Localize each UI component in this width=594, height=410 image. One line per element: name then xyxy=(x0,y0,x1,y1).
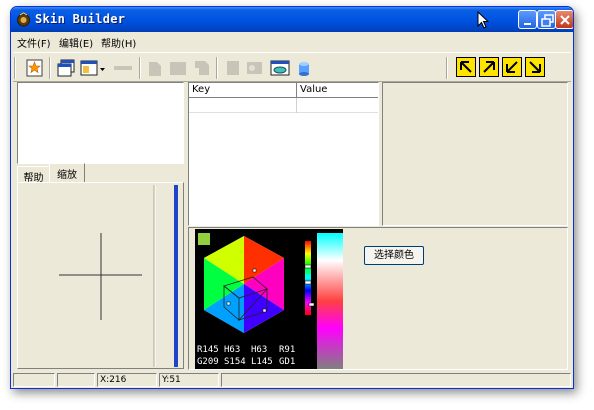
status-pane-main xyxy=(13,373,55,387)
new-skin-icon[interactable] xyxy=(25,58,45,78)
window-title: Skin Builder xyxy=(35,12,126,26)
menu-help[interactable]: 帮助(H) xyxy=(101,35,136,50)
tab-zoom-label: 缩放 xyxy=(57,170,77,181)
align-top-right-button[interactable] xyxy=(479,57,499,77)
readout-h2: H63 xyxy=(251,345,268,355)
preview-window-icon[interactable] xyxy=(269,58,291,78)
open-window-icon[interactable] xyxy=(56,58,76,78)
status-pane-rest xyxy=(221,373,571,387)
toolbar-grip xyxy=(14,57,16,79)
menu-edit[interactable]: 编辑(E) xyxy=(59,35,93,50)
arrow-down-left-icon xyxy=(506,61,518,73)
readout-l: L145 xyxy=(251,357,273,367)
color-picker[interactable]: R145 H63 H63 R91 G209 S154 L145 GD1 xyxy=(195,229,343,369)
zoom-panel[interactable] xyxy=(17,182,184,369)
toolbar-separator xyxy=(49,57,51,79)
restore-button[interactable] xyxy=(537,10,556,29)
arrow-up-right-icon xyxy=(483,61,495,73)
property-grid[interactable]: Key Value xyxy=(188,82,379,226)
color-swatch xyxy=(198,233,210,245)
minimize-button[interactable] xyxy=(518,10,537,29)
readout-gd: GD1 xyxy=(279,357,296,367)
crosshair-icon xyxy=(59,185,178,367)
select-color-button[interactable]: 选择颜色 xyxy=(364,246,424,265)
readout-h: H63 xyxy=(224,345,241,355)
status-y: Y:51 xyxy=(159,373,219,387)
minimize-icon xyxy=(524,23,531,25)
align-bottom-left-button[interactable] xyxy=(502,57,522,77)
grid-row[interactable] xyxy=(189,98,378,113)
menu-bar: 文件(F) 编辑(E) 帮助(H) xyxy=(11,32,573,50)
image-icon xyxy=(247,62,262,74)
tab-help[interactable]: 帮助 xyxy=(17,166,50,184)
grid-header-key[interactable]: Key xyxy=(189,83,297,98)
app-icon xyxy=(17,12,30,27)
cylinder-icon[interactable] xyxy=(296,58,312,78)
line-tool-icon xyxy=(114,66,132,70)
readout-r2: R91 xyxy=(279,345,296,355)
arrow-down-right-icon xyxy=(529,61,541,73)
readout-s: S154 xyxy=(224,357,246,367)
toolbar-separator xyxy=(139,57,141,79)
layout-window-icon[interactable] xyxy=(79,58,99,78)
grid-header-value[interactable]: Value xyxy=(297,83,378,98)
tab-zoom[interactable]: 缩放 xyxy=(49,163,85,183)
readout-g: G209 xyxy=(197,357,219,367)
toolbar-separator xyxy=(216,57,218,79)
align-bottom-right-button[interactable] xyxy=(525,57,545,77)
dropdown-arrow-icon[interactable] xyxy=(100,58,106,78)
copy-icon xyxy=(149,62,161,76)
toolbar xyxy=(13,52,571,82)
status-pane-2 xyxy=(57,373,95,387)
arrow-up-left-icon xyxy=(460,61,472,73)
readout-r: R145 xyxy=(197,345,219,355)
preview-panel xyxy=(382,82,568,226)
close-button[interactable] xyxy=(555,10,573,29)
mouse-cursor-icon xyxy=(477,11,489,29)
app-window: Skin Builder 文件(F) 编辑(E) 帮助(H) 帮助 缩放 Key… xyxy=(10,6,574,389)
panel-icon xyxy=(170,62,186,75)
close-icon xyxy=(560,15,570,25)
align-top-left-button[interactable] xyxy=(456,57,476,77)
frame-icon xyxy=(227,61,239,75)
skin-tree-panel[interactable] xyxy=(17,82,184,164)
menu-file[interactable]: 文件(F) xyxy=(17,35,51,50)
status-bar: X:216 Y:51 xyxy=(13,373,571,388)
paste-icon xyxy=(195,61,209,75)
toolbar-separator xyxy=(446,57,448,79)
status-x: X:216 xyxy=(97,373,157,387)
grid-cell-divider xyxy=(296,98,297,113)
